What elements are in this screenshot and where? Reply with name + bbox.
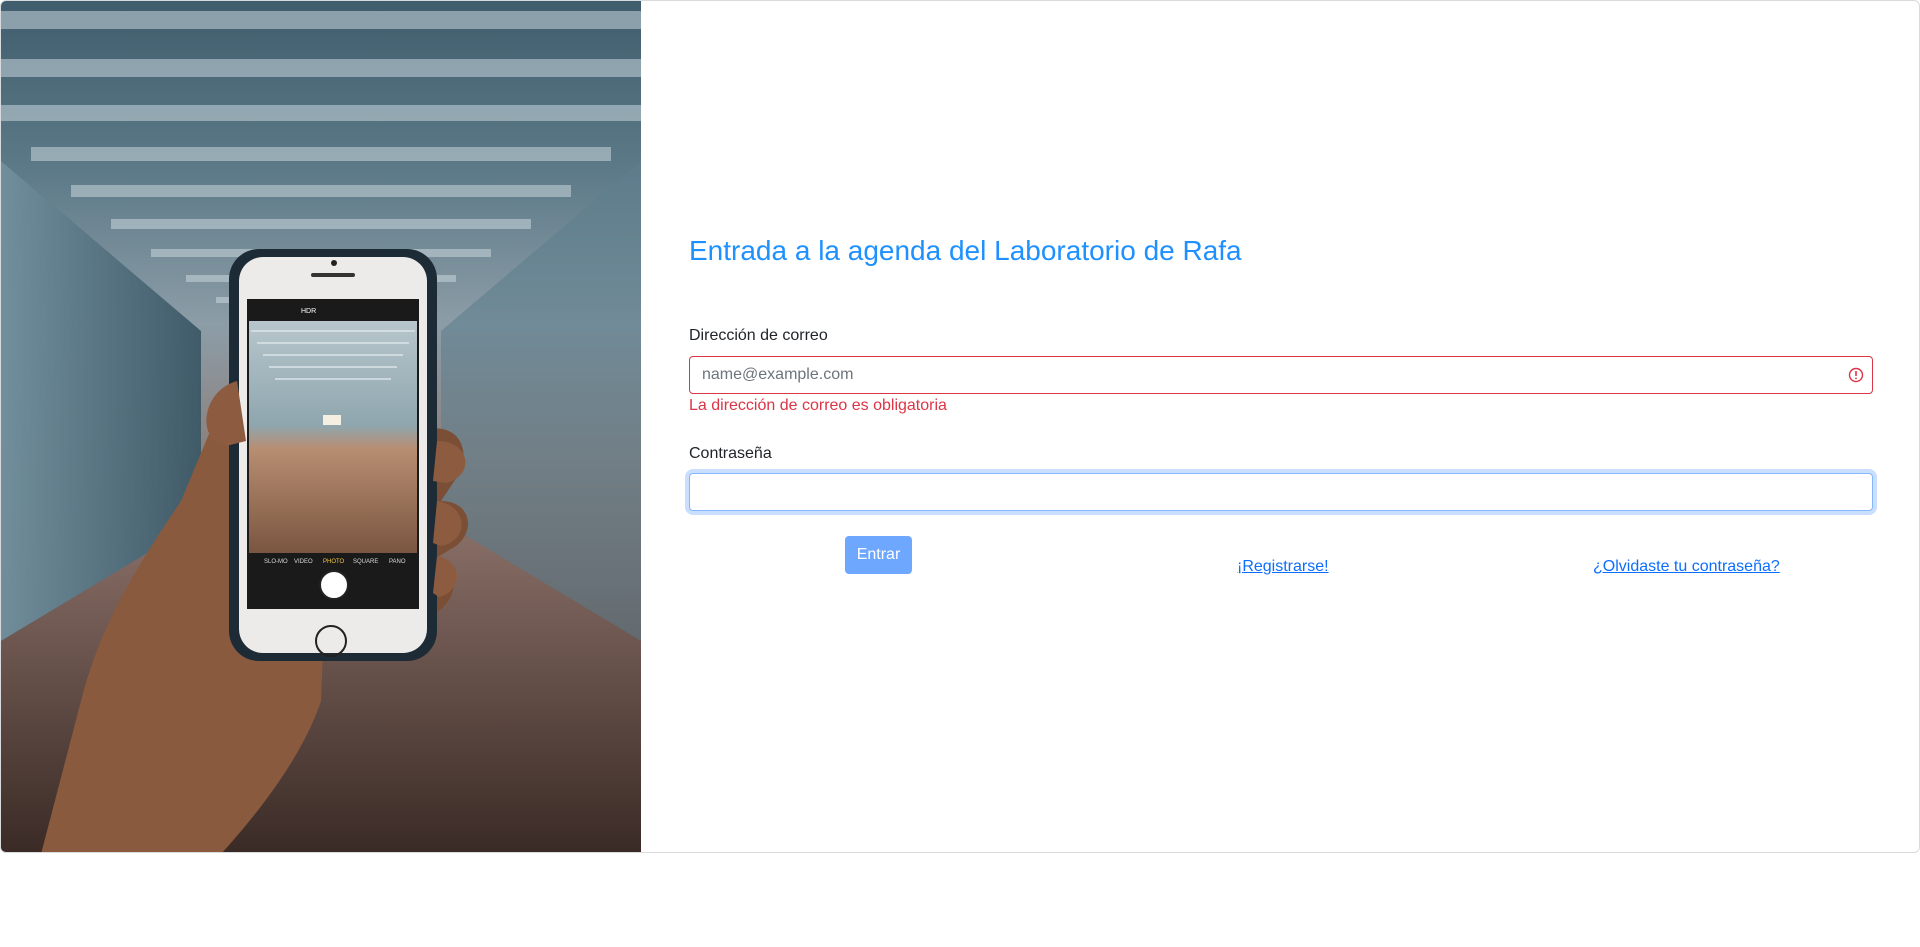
page-title: Entrada a la agenda del Laboratorio de R… [689, 235, 1242, 266]
login-card: HDR SLO-MO VIDEO PHOTO SQUARE PANO Entra… [0, 0, 1920, 853]
mode-photo: PHOTO [323, 559, 345, 565]
submit-button[interactable]: Entrar [845, 536, 912, 574]
mode-video: VIDEO [294, 559, 313, 565]
hdr-label: HDR [301, 308, 316, 315]
password-label: Contraseña [689, 445, 772, 462]
email-label: Dirección de correo [689, 327, 828, 344]
mode-slomo: SLO-MO [264, 559, 288, 565]
hand-holding-phone-image: HDR SLO-MO VIDEO PHOTO SQUARE PANO [1, 11, 641, 852]
forgot-password-link[interactable]: ¿Olvidaste tu contraseña? [1593, 558, 1780, 576]
login-form: Entrada a la agenda del Laboratorio de R… [689, 1, 1873, 852]
email-field[interactable] [689, 356, 1873, 394]
error-icon [1848, 367, 1864, 383]
mode-pano: PANO [389, 559, 406, 565]
email-error-message: La dirección de correo es obligatoria [689, 397, 947, 414]
register-link[interactable]: ¡Registrarse! [1237, 558, 1329, 576]
mode-square: SQUARE [353, 559, 378, 565]
hero-photo: HDR SLO-MO VIDEO PHOTO SQUARE PANO [1, 1, 641, 852]
password-field[interactable] [689, 473, 1873, 511]
